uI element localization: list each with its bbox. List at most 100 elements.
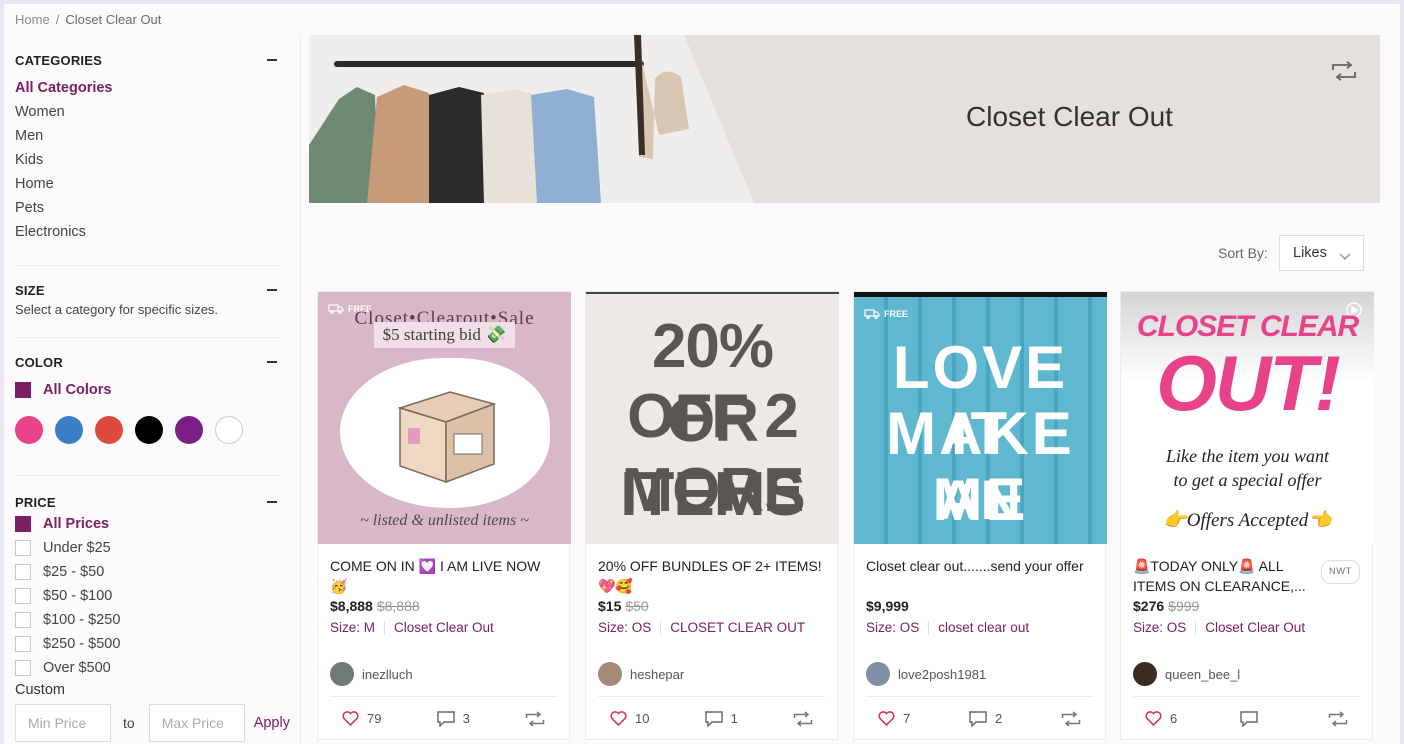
price-title: PRICE [15,494,56,510]
category-women[interactable]: Women [15,100,281,124]
category-pets[interactable]: Pets [15,196,281,220]
price-option-100-250[interactable]: $100 - $250 [15,608,281,632]
checkbox[interactable] [15,636,31,652]
collapse-icon[interactable] [267,59,277,61]
category-kids[interactable]: Kids [15,148,281,172]
heart-icon [342,711,359,726]
avatar[interactable] [330,662,354,686]
listing-image[interactable]: FREE Closet•Clearout•Sale $5 starting bi… [318,292,571,544]
sort-dropdown[interactable]: Likes [1279,235,1364,271]
listing-card[interactable]: FREE Closet•Clearout•Sale $5 starting bi… [317,291,571,740]
listing-size[interactable]: Size: OS [866,620,919,635]
apply-price-button[interactable]: Apply [254,715,290,731]
heart-icon [610,711,627,726]
listing-card[interactable]: CLOSET CLEAR OUT! Like the item you want… [1120,291,1374,740]
swatch-black[interactable] [135,416,163,444]
meta-divider [1195,620,1197,635]
swatch-blue[interactable] [55,416,83,444]
price-option-25-50[interactable]: $25 - $50 [15,560,281,584]
price-header[interactable]: PRICE [15,492,281,512]
collapse-icon[interactable] [267,361,277,363]
listing-price: $8,888 [330,598,373,614]
listing-image[interactable]: 20% OFF 2 OR MORE ITEMS [586,292,839,544]
price-option-under-25[interactable]: Under $25 [15,536,281,560]
checkbox[interactable] [15,540,31,556]
seller-username[interactable]: inezlluch [362,667,413,682]
listing-size[interactable]: Size: OS [1133,620,1186,635]
listing-image[interactable]: CLOSET CLEAR OUT! Like the item you want… [1121,292,1374,544]
listing-size[interactable]: Size: OS [598,620,651,635]
listing-title[interactable]: 🚨TODAY ONLY🚨 ALL ITEMS ON CLEARANCE,... … [1133,556,1360,596]
category-men[interactable]: Men [15,124,281,148]
max-price-input[interactable] [148,704,245,742]
listing-brand[interactable]: Closet Clear Out [1205,620,1305,635]
min-price-input[interactable] [15,704,111,742]
like-button[interactable]: 10 [610,711,649,726]
image-text: $5 starting bid 💸 [382,325,507,344]
comment-button[interactable] [1239,710,1266,727]
like-button[interactable]: 79 [342,711,381,726]
color-header[interactable]: COLOR [15,352,281,372]
listing-brand[interactable]: Closet Clear Out [394,620,494,635]
swatch-pink[interactable] [15,416,43,444]
avatar[interactable] [1133,662,1157,686]
price-section: PRICE All Prices Under $25 $25 - $50 $50… [15,476,290,742]
share-icon[interactable] [1331,61,1357,84]
comment-button[interactable]: 3 [436,710,470,727]
seller-username[interactable]: queen_bee_l [1165,667,1240,682]
comment-button[interactable]: 1 [704,710,738,727]
like-button[interactable]: 7 [878,711,910,726]
listing-title[interactable]: 20% OFF BUNDLES OF 2+ ITEMS! 💖🥰 [598,556,825,596]
listing-brand[interactable]: CLOSET CLEAR OUT [670,620,805,635]
price-option-over-500[interactable]: Over $500 [15,656,281,680]
checkbox-checked[interactable] [15,516,31,532]
meta-divider [660,620,662,635]
listing-card[interactable]: FREE LOVE IT MAKE ME AN OFFER Closet cle… [853,291,1107,740]
size-header[interactable]: SIZE [15,280,281,300]
category-home[interactable]: Home [15,172,281,196]
share-button[interactable] [525,710,545,727]
listing-brand[interactable]: closet clear out [938,620,1029,635]
price-option-50-100[interactable]: $50 - $100 [15,584,281,608]
seller-info[interactable]: queen_bee_l [1133,662,1240,686]
image-text: Like the item you want [1166,446,1329,466]
share-button[interactable] [1328,710,1348,727]
seller-info[interactable]: inezlluch [330,662,413,686]
collapse-icon[interactable] [267,289,277,291]
category-all[interactable]: All Categories [15,76,281,100]
listing-title[interactable]: COME ON IN 💟 I AM LIVE NOW 🥳 [330,556,557,596]
checkbox[interactable] [15,588,31,604]
share-button[interactable] [793,710,813,727]
category-electronics[interactable]: Electronics [15,220,281,244]
image-text: ~ listed & unlisted items ~ [360,512,529,529]
avatar[interactable] [866,662,890,686]
breadcrumb-home[interactable]: Home [15,12,50,27]
listing-title[interactable]: Closet clear out.......send your offer [866,556,1093,596]
seller-info[interactable]: heshepar [598,662,684,686]
swatch-red[interactable] [95,416,123,444]
checkbox-checked[interactable] [15,382,31,398]
checkbox[interactable] [15,564,31,580]
size-section: SIZE Select a category for specific size… [15,266,281,338]
price-option-all[interactable]: All Prices [15,512,281,536]
checkbox[interactable] [15,612,31,628]
seller-username[interactable]: heshepar [630,667,684,682]
share-button[interactable] [1061,710,1081,727]
collapse-icon[interactable] [267,501,277,503]
swatch-white[interactable] [215,416,243,444]
checkbox[interactable] [15,660,31,676]
price-option-label: $100 - $250 [43,612,121,628]
price-option-250-500[interactable]: $250 - $500 [15,632,281,656]
seller-username[interactable]: love2posh1981 [898,667,986,682]
custom-price-inputs: to Apply [15,704,290,742]
like-button[interactable]: 6 [1145,711,1177,726]
all-colors-option[interactable]: All Colors [15,378,281,402]
listing-card[interactable]: 20% OFF 2 OR MORE ITEMS 20% OFF BUNDLES … [585,291,839,740]
categories-header[interactable]: CATEGORIES [15,50,281,70]
listing-image[interactable]: FREE LOVE IT MAKE ME AN OFFER [854,292,1107,544]
listing-size[interactable]: Size: M [330,620,375,635]
avatar[interactable] [598,662,622,686]
seller-info[interactable]: love2posh1981 [866,662,986,686]
comment-button[interactable]: 2 [969,710,1002,727]
swatch-purple[interactable] [175,416,203,444]
